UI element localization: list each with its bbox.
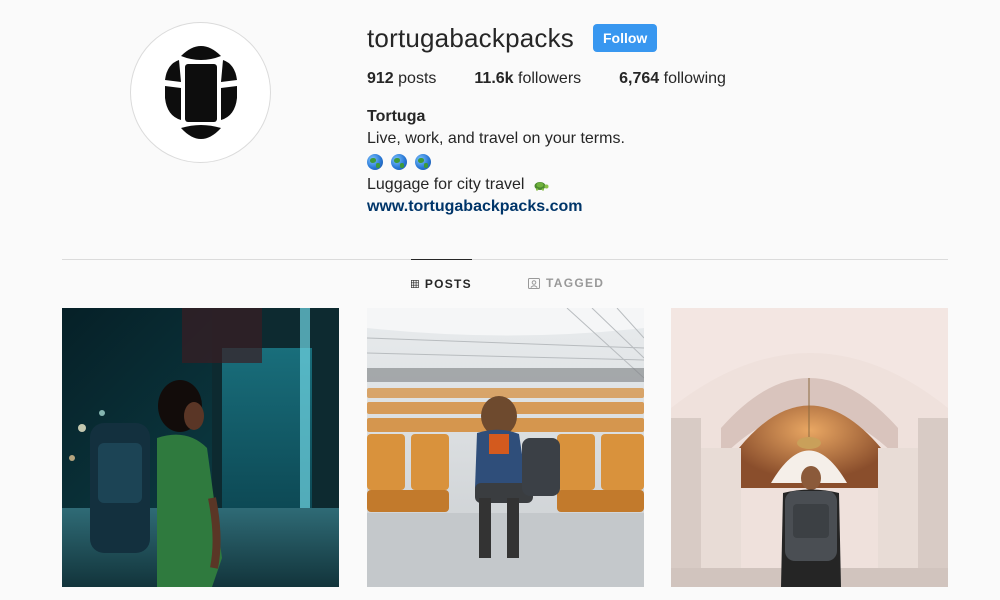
profile-bio: Tortuga Live, work, and travel on your t… [367, 106, 967, 218]
post-image-airport [367, 308, 644, 587]
tab-label: POSTS [424, 276, 472, 291]
stat-label: followers [518, 70, 582, 87]
username: tortugabackpacks [367, 22, 574, 53]
post-thumbnail[interactable] [62, 308, 339, 587]
bio-line-2: Luggage for city travel [367, 174, 967, 196]
stat-label: following [663, 70, 726, 87]
website-link[interactable]: www.tortugabackpacks.com [367, 198, 582, 215]
globe-emoji-icon [415, 154, 431, 170]
stat-count: 6,764 [619, 70, 660, 87]
stat-count: 11.6k [474, 70, 514, 87]
bio-emoji-row [367, 150, 967, 174]
turtle-emoji-icon [534, 181, 549, 191]
tag-icon [528, 278, 540, 289]
tab-tagged[interactable]: TAGGED [528, 259, 604, 307]
following-link[interactable]: 6,764 following [619, 70, 726, 88]
post-image-dome-interior [671, 308, 948, 587]
followers-link[interactable]: 11.6k followers [474, 70, 581, 88]
bio-line: Live, work, and travel on your terms. [367, 130, 625, 147]
profile-tabs: POSTS TAGGED [0, 259, 1000, 307]
profile-title-row: tortugabackpacks Follow [367, 20, 967, 56]
tab-label: TAGGED [546, 276, 605, 290]
globe-emoji-icon [367, 154, 383, 170]
profile-avatar[interactable] [130, 22, 271, 163]
profile-stats: 912 posts 11.6k followers 6,764 followin… [367, 70, 967, 88]
tortuga-logo-icon [164, 45, 237, 139]
grid-icon [411, 279, 419, 288]
stat-label: posts [398, 70, 437, 87]
follow-button[interactable]: Follow [593, 24, 658, 52]
tab-posts[interactable]: POSTS [411, 259, 472, 307]
bio-line-text: Luggage for city travel [367, 176, 525, 193]
full-name: Tortuga [367, 108, 426, 125]
post-thumbnail[interactable] [367, 308, 644, 587]
globe-emoji-icon [391, 154, 407, 170]
post-thumbnail[interactable] [671, 308, 948, 587]
profile-info: tortugabackpacks Follow 912 posts 11.6k … [367, 20, 967, 218]
post-image-street-night [62, 308, 339, 587]
posts-count: 912 posts [367, 70, 436, 88]
stat-count: 912 [367, 70, 394, 87]
